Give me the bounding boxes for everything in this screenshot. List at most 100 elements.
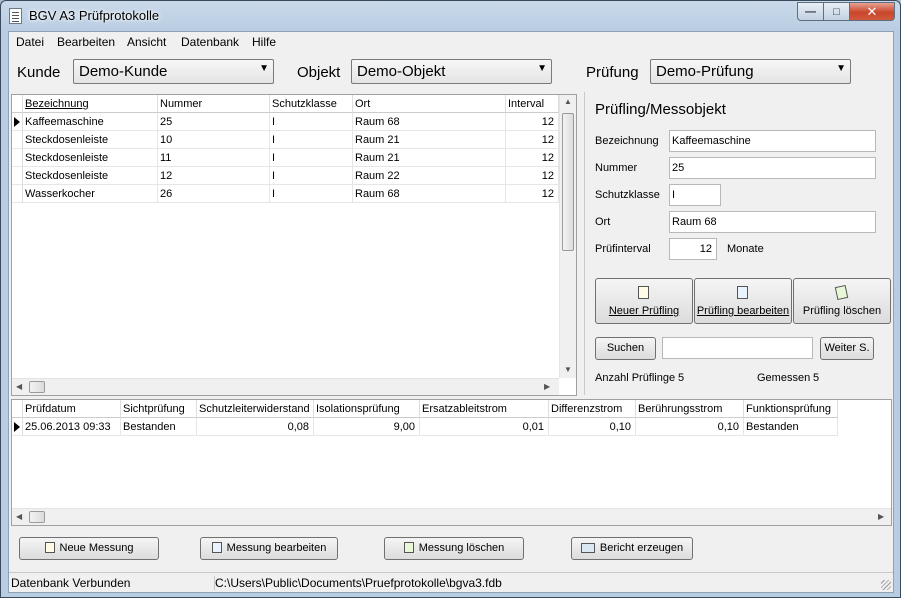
delete-measurement-button[interactable]: Messung löschen	[384, 537, 524, 560]
client-area: Datei Bearbeiten Ansicht Datenbank Hilfe…	[8, 31, 894, 593]
objects-grid[interactable]: Bezeichnung Nummer Schutzklasse Ort Inte…	[11, 94, 577, 396]
table-cell[interactable]: I	[270, 185, 353, 203]
maximize-button[interactable]: □	[823, 2, 849, 21]
table-cell[interactable]: 0,10	[636, 418, 744, 436]
edit-pruefling-button[interactable]: Prüfling bearbeiten	[694, 278, 792, 324]
menu-datenbank[interactable]: Datenbank	[181, 35, 239, 49]
col-header-bezeichnung[interactable]: Bezeichnung	[23, 95, 158, 113]
schutzklasse-field[interactable]: I	[669, 184, 721, 206]
col-header-pruefdatum[interactable]: Prüfdatum	[23, 400, 121, 418]
table-cell[interactable]: 0,10	[549, 418, 636, 436]
table-cell[interactable]: 0,08	[197, 418, 314, 436]
col-header-ersatzableitstrom[interactable]: Ersatzableitstrom	[420, 400, 549, 418]
scroll-thumb[interactable]	[29, 381, 45, 393]
table-cell[interactable]: Kaffeemaschine	[23, 113, 158, 131]
new-measurement-label: Neue Messung	[59, 542, 134, 554]
table-cell[interactable]: 12	[506, 149, 559, 167]
edit-pruefling-label: Prüfling bearbeiten	[696, 305, 790, 317]
measurements-grid[interactable]: Prüfdatum Sichtprüfung Schutzleiterwider…	[11, 399, 892, 526]
interval-field[interactable]: 12	[669, 238, 717, 260]
new-pruefling-button[interactable]: Neuer Prüfling	[595, 278, 693, 324]
menu-datei[interactable]: Datei	[16, 35, 44, 49]
table-cell[interactable]: I	[270, 149, 353, 167]
scroll-down-icon[interactable]: ▼	[564, 365, 572, 374]
table-cell[interactable]: I	[270, 167, 353, 185]
minimize-icon: —	[805, 5, 816, 18]
objects-horizontal-scrollbar[interactable]: ◀ ▶	[12, 378, 559, 395]
table-cell[interactable]: 11	[158, 149, 270, 167]
search-input[interactable]	[662, 337, 813, 359]
table-cell[interactable]: Bestanden	[121, 418, 197, 436]
menu-bar: Datei Bearbeiten Ansicht Datenbank Hilfe	[9, 32, 893, 52]
edit-document-icon	[737, 286, 748, 299]
table-cell[interactable]: 0,01	[420, 418, 549, 436]
minimize-button[interactable]: —	[797, 2, 823, 21]
edit-measurement-button[interactable]: Messung bearbeiten	[200, 537, 338, 560]
table-cell[interactable]: 12	[506, 131, 559, 149]
table-cell[interactable]: Bestanden	[744, 418, 838, 436]
table-cell[interactable]: Raum 21	[353, 131, 506, 149]
table-cell[interactable]: 9,00	[314, 418, 420, 436]
measurements-horizontal-scrollbar[interactable]: ◀ ▶	[12, 508, 891, 525]
table-cell[interactable]: I	[270, 113, 353, 131]
table-cell[interactable]: Steckdosenleiste	[23, 149, 158, 167]
scroll-right-icon[interactable]: ▶	[878, 512, 884, 521]
col-header-differenzstrom[interactable]: Differenzstrom	[549, 400, 636, 418]
new-measurement-button[interactable]: Neue Messung	[19, 537, 159, 560]
table-cell[interactable]: Steckdosenleiste	[23, 131, 158, 149]
col-header-nummer[interactable]: Nummer	[158, 95, 270, 113]
table-cell[interactable]: 25	[158, 113, 270, 131]
table-cell[interactable]: Raum 68	[353, 113, 506, 131]
table-cell[interactable]: Raum 22	[353, 167, 506, 185]
table-cell[interactable]: 12	[506, 167, 559, 185]
search-next-button[interactable]: Weiter S.	[820, 337, 874, 360]
scroll-thumb[interactable]	[562, 113, 574, 251]
row-indicator	[12, 167, 23, 185]
objekt-select[interactable]: Demo-Objekt ▼	[351, 59, 552, 84]
menu-ansicht[interactable]: Ansicht	[127, 35, 166, 49]
kunde-select[interactable]: Demo-Kunde ▼	[73, 59, 274, 84]
table-cell[interactable]: 12	[506, 113, 559, 131]
nummer-field[interactable]: 25	[669, 157, 876, 179]
ort-field[interactable]: Raum 68	[669, 211, 876, 233]
scroll-left-icon[interactable]: ◀	[16, 512, 22, 521]
col-header-schutzklasse[interactable]: Schutzklasse	[270, 95, 353, 113]
delete-pruefling-button[interactable]: Prüfling löschen	[793, 278, 891, 324]
search-button[interactable]: Suchen	[595, 337, 656, 360]
col-header-isolationspruefung[interactable]: Isolationsprüfung	[314, 400, 420, 418]
table-cell[interactable]: I	[270, 131, 353, 149]
resize-grip-icon[interactable]	[881, 580, 891, 590]
chevron-down-icon: ▼	[836, 63, 846, 74]
objekt-label: Objekt	[297, 64, 341, 81]
menu-bearbeiten[interactable]: Bearbeiten	[57, 35, 115, 49]
table-cell[interactable]: Steckdosenleiste	[23, 167, 158, 185]
scroll-thumb[interactable]	[29, 511, 45, 523]
table-cell[interactable]: Raum 21	[353, 149, 506, 167]
scroll-up-icon[interactable]: ▲	[564, 97, 572, 106]
col-header-beruehrungsstrom[interactable]: Berührungsstrom	[636, 400, 744, 418]
report-label: Bericht erzeugen	[599, 542, 684, 554]
report-button[interactable]: Bericht erzeugen	[571, 537, 693, 560]
objects-vertical-scrollbar[interactable]: ▲ ▼	[559, 95, 576, 378]
menu-hilfe[interactable]: Hilfe	[252, 35, 276, 49]
col-header-schutzleiterwiderstand[interactable]: Schutzleiterwiderstand	[197, 400, 314, 418]
table-cell[interactable]: Raum 68	[353, 185, 506, 203]
table-cell[interactable]: 26	[158, 185, 270, 203]
table-cell[interactable]: 25.06.2013 09:33	[23, 418, 121, 436]
table-cell[interactable]: 10	[158, 131, 270, 149]
col-header-interval[interactable]: Interval	[506, 95, 559, 113]
table-cell[interactable]: 12	[506, 185, 559, 203]
window-title: BGV A3 Prüfprotokolle	[29, 8, 160, 23]
scroll-left-icon[interactable]: ◀	[16, 382, 22, 391]
bezeichnung-field[interactable]: Kaffeemaschine	[669, 130, 876, 152]
table-cell[interactable]: Wasserkocher	[23, 185, 158, 203]
col-header-funktionspruefung[interactable]: Funktionsprüfung	[744, 400, 838, 418]
col-header-sichtpruefung[interactable]: Sichtprüfung	[121, 400, 197, 418]
table-cell[interactable]: 12	[158, 167, 270, 185]
scroll-right-icon[interactable]: ▶	[544, 382, 550, 391]
pruefung-select[interactable]: Demo-Prüfung ▼	[650, 59, 851, 84]
close-button[interactable]: ✕	[849, 2, 895, 21]
col-header-ort[interactable]: Ort	[353, 95, 506, 113]
title-bar[interactable]: BGV A3 Prüfprotokolle — □ ✕	[1, 1, 900, 31]
measured-label: Gemessen	[757, 372, 811, 384]
